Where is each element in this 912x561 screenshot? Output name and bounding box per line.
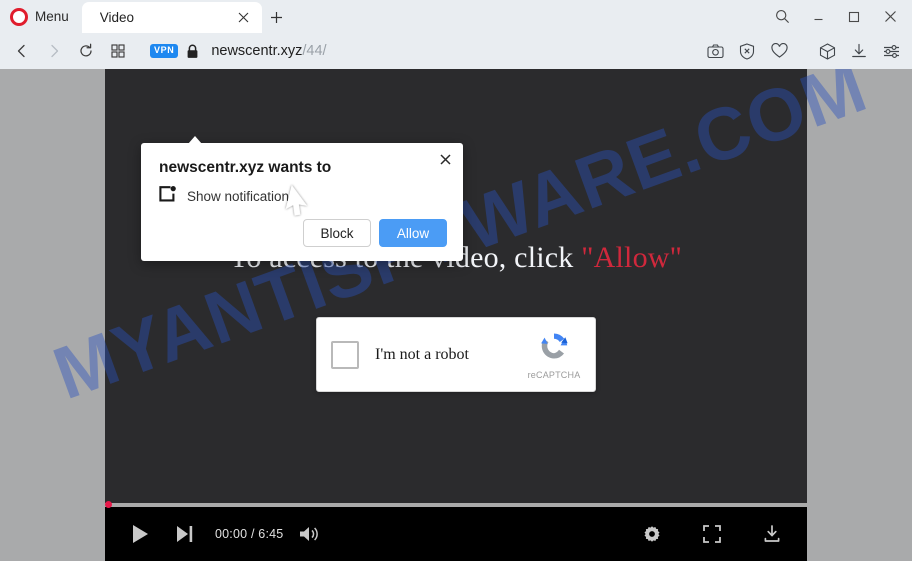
settings-icon[interactable] <box>635 516 669 552</box>
recaptcha-widget[interactable]: I'm not a robot reCAPTCHA <box>316 317 596 392</box>
recaptcha-checkbox[interactable] <box>331 340 359 369</box>
play-icon[interactable] <box>123 516 157 552</box>
url-text[interactable]: newscentr.xyz/44/ <box>211 43 700 59</box>
back-icon[interactable] <box>6 36 38 66</box>
window-controls <box>764 0 912 33</box>
headline-allow-word: "Allow" <box>581 241 683 274</box>
forward-icon[interactable] <box>38 36 70 66</box>
snapshot-icon[interactable] <box>700 36 730 66</box>
recaptcha-label: I'm not a robot <box>375 345 469 363</box>
volume-icon[interactable] <box>293 516 327 552</box>
address-bar-icons <box>700 36 906 66</box>
notification-permission-icon <box>159 186 177 207</box>
video-player-controls: 00:00 / 6:45 <box>105 501 807 561</box>
next-icon[interactable] <box>167 516 201 552</box>
url-domain: newscentr.xyz <box>211 43 303 59</box>
speed-dial-icon[interactable] <box>102 36 134 66</box>
heart-icon[interactable] <box>764 36 794 66</box>
url-path: /44/ <box>302 43 327 59</box>
minimize-icon[interactable] <box>800 1 836 33</box>
close-icon[interactable] <box>234 8 254 28</box>
crypto-wallet-icon[interactable] <box>812 36 842 66</box>
address-bar: VPN newscentr.xyz/44/ <box>0 33 912 69</box>
lock-icon[interactable] <box>186 44 199 59</box>
maximize-icon[interactable] <box>836 1 872 33</box>
fullscreen-icon[interactable] <box>695 516 729 552</box>
opera-menu-button[interactable]: Menu <box>0 0 81 33</box>
search-icon[interactable] <box>764 1 800 33</box>
recaptcha-logo: reCAPTCHA <box>525 328 583 380</box>
dialog-permission-row: Show notifications <box>159 186 296 207</box>
close-window-icon[interactable] <box>872 1 908 33</box>
dialog-permission-label: Show notifications <box>187 189 296 204</box>
page-viewport: To access to the video, click "Allow" I'… <box>0 69 912 561</box>
tab-video[interactable]: Video <box>81 2 262 33</box>
ad-blocker-icon[interactable] <box>732 36 762 66</box>
reload-icon[interactable] <box>70 36 102 66</box>
block-button[interactable]: Block <box>303 219 371 247</box>
recaptcha-icon <box>541 333 568 359</box>
time-display: 00:00 / 6:45 <box>215 527 284 541</box>
control-row: 00:00 / 6:45 <box>105 507 807 561</box>
download-icon[interactable] <box>755 516 789 552</box>
allow-button[interactable]: Allow <box>379 219 447 247</box>
opera-logo <box>10 7 28 26</box>
tab-title: Video <box>99 10 135 25</box>
tab-strip: Menu Video <box>0 0 912 33</box>
new-tab-button[interactable] <box>262 2 292 33</box>
browser-window: Menu Video VPN newscentr.xyz/44/ video, … <box>0 0 912 561</box>
tab-strip-spacer <box>292 0 764 33</box>
dialog-buttons: Block Allow <box>303 219 447 247</box>
dialog-title: newscentr.xyz wants to <box>159 159 332 176</box>
easy-setup-icon[interactable] <box>876 36 906 66</box>
close-icon[interactable] <box>434 148 456 170</box>
menu-label: Menu <box>35 9 69 24</box>
recaptcha-brand: reCAPTCHA <box>527 370 581 380</box>
vpn-badge[interactable]: VPN <box>150 44 179 58</box>
downloads-icon[interactable] <box>844 36 874 66</box>
